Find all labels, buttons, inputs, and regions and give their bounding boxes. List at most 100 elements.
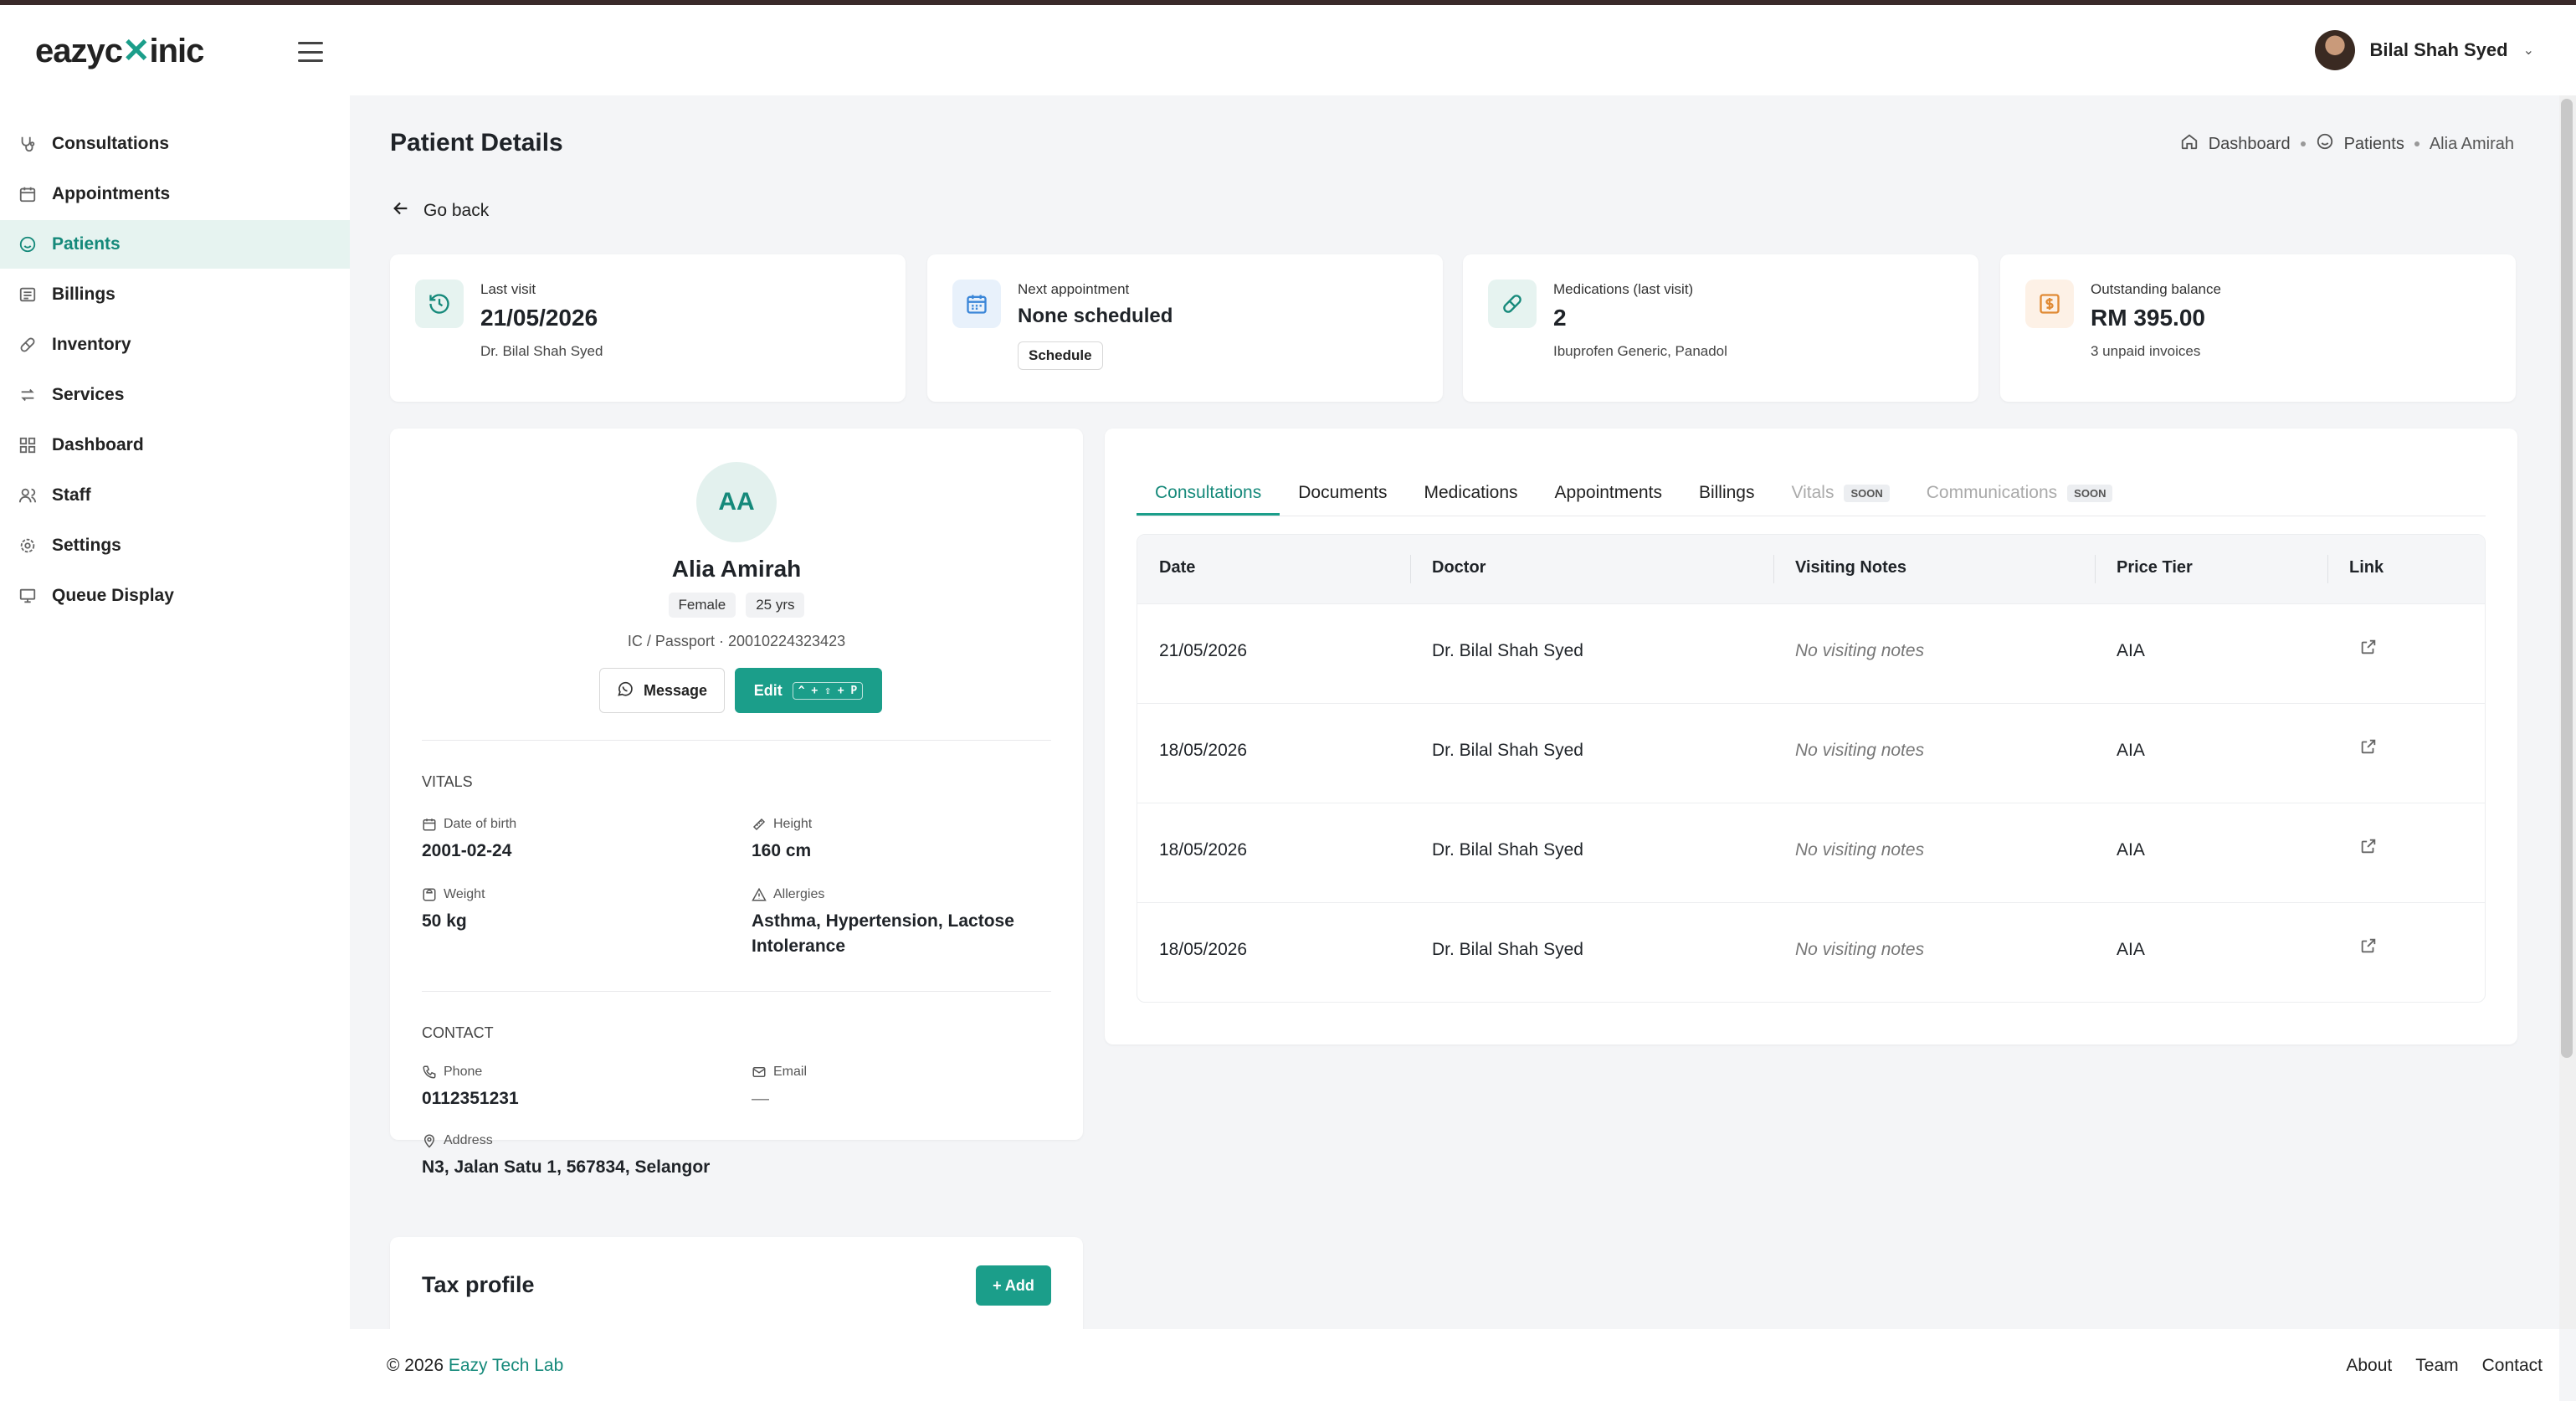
external-link-icon[interactable] (2359, 937, 2379, 957)
field-label: Height (773, 817, 813, 831)
breadcrumb-dashboard[interactable]: Dashboard (2209, 135, 2291, 154)
sidebar-item-label: Settings (52, 536, 121, 555)
smile-icon (18, 235, 37, 254)
tab-label: Consultations (1155, 483, 1262, 502)
patient-profile-card: AA Alia Amirah Female 25 yrs IC / Passpo… (390, 429, 1083, 1177)
sidebar-item-services[interactable]: Services (0, 371, 350, 419)
sidebar-item-inventory[interactable]: Inventory (0, 321, 350, 369)
stat-card-next-appointment: Next appointment None scheduled Schedule (927, 254, 1443, 402)
cell-notes: No visiting notes (1795, 940, 1925, 959)
sidebar: Consultations Appointments Patients Bill… (0, 95, 350, 1401)
field-value: Asthma, Hypertension, Lactose Intoleranc… (752, 911, 1014, 956)
gear-icon (18, 536, 37, 555)
cell-date: 21/05/2026 (1159, 641, 1248, 660)
breadcrumb-patients[interactable]: Patients (2344, 135, 2404, 154)
column-header-date[interactable]: Date (1159, 558, 1195, 577)
email-field: Email — (752, 1065, 807, 1111)
mail-icon (752, 1065, 767, 1080)
logo-mark: ✕ (121, 33, 151, 69)
message-button[interactable]: Message (599, 668, 725, 713)
footer-link-about[interactable]: About (2346, 1356, 2392, 1376)
column-separator (2095, 555, 2096, 583)
tab-documents[interactable]: Documents (1280, 470, 1405, 516)
column-separator (1773, 555, 1774, 583)
allergies-field: Allergies Asthma, Hypertension, Lactose … (752, 887, 1036, 959)
sidebar-item-queue-display[interactable]: Queue Display (0, 572, 350, 620)
tab-label: Documents (1298, 483, 1388, 502)
invoice-icon (18, 285, 37, 304)
cell-date: 18/05/2026 (1159, 940, 1248, 959)
sidebar-item-staff[interactable]: Staff (0, 471, 350, 520)
cell-doctor: Dr. Bilal Shah Syed (1432, 840, 1583, 860)
sidebar-item-label: Services (52, 385, 125, 404)
cell-date: 18/05/2026 (1159, 741, 1248, 760)
column-header-visiting-notes[interactable]: Visiting Notes (1795, 558, 1906, 577)
table-row[interactable]: 18/05/2026 Dr. Bilal Shah Syed No visiti… (1137, 803, 2485, 902)
table-row[interactable]: 21/05/2026 Dr. Bilal Shah Syed No visiti… (1137, 603, 2485, 703)
tax-profile-title: Tax profile (422, 1272, 535, 1297)
age-badge: 25 yrs (746, 593, 805, 618)
stat-value: RM 395.00 (2091, 305, 2205, 331)
phone-icon (422, 1065, 437, 1080)
height-field: Height 160 cm (752, 817, 812, 864)
stat-label: Last visit (480, 281, 536, 297)
column-header-price-tier[interactable]: Price Tier (2117, 558, 2193, 577)
keyboard-shortcut: ^ + ⇧ + P (792, 681, 864, 700)
sidebar-item-patients[interactable]: Patients (0, 220, 350, 269)
field-value: 50 kg (422, 911, 467, 931)
go-back-button[interactable]: Go back (392, 199, 489, 223)
grid-icon (18, 436, 37, 454)
warning-icon (752, 887, 767, 902)
field-value: N3, Jalan Satu 1, 567834, Selangor (422, 1157, 711, 1177)
external-link-icon[interactable] (2359, 837, 2379, 857)
sidebar-item-settings[interactable]: Settings (0, 521, 350, 570)
table-row[interactable]: 18/05/2026 Dr. Bilal Shah Syed No visiti… (1137, 703, 2485, 803)
stat-sub: 3 unpaid invoices (2091, 343, 2201, 359)
stat-value: 2 (1553, 305, 1567, 331)
stethoscope-icon (18, 135, 37, 153)
field-value: — (752, 1089, 769, 1108)
scale-icon (422, 887, 437, 902)
menu-toggle-icon[interactable] (298, 42, 323, 62)
user-menu[interactable]: Bilal Shah Syed ⌄ (2314, 30, 2534, 70)
sidebar-item-appointments[interactable]: Appointments (0, 170, 350, 218)
app-logo[interactable]: eazyc✕inic (35, 32, 204, 70)
history-icon (415, 280, 464, 328)
column-header-doctor[interactable]: Doctor (1432, 558, 1486, 577)
sidebar-item-billings[interactable]: Billings (0, 270, 350, 319)
sidebar-item-consultations[interactable]: Consultations (0, 120, 350, 168)
table-row[interactable]: 18/05/2026 Dr. Bilal Shah Syed No visiti… (1137, 902, 2485, 1002)
scrollbar-thumb[interactable] (2561, 99, 2573, 1058)
sidebar-item-label: Billings (52, 285, 115, 304)
stat-card-medications: Medications (last visit) 2 Ibuprofen Gen… (1463, 254, 1978, 402)
dollar-icon (2025, 280, 2074, 328)
footer-link-contact[interactable]: Contact (2482, 1356, 2543, 1376)
external-link-icon[interactable] (2359, 737, 2379, 757)
user-name: Bilal Shah Syed (2369, 39, 2508, 60)
go-back-label: Go back (423, 201, 490, 220)
tab-billings[interactable]: Billings (1681, 470, 1773, 516)
cell-doctor: Dr. Bilal Shah Syed (1432, 741, 1583, 760)
message-label: Message (643, 681, 708, 699)
top-header: eazyc✕inic Bilal Shah Syed ⌄ (0, 5, 2576, 95)
consultations-table: Date Doctor Visiting Notes Price Tier Li… (1137, 534, 2486, 1003)
tab-vitals: Vitals SOON (1773, 470, 1907, 516)
tab-medications[interactable]: Medications (1405, 470, 1536, 516)
sidebar-item-dashboard[interactable]: Dashboard (0, 421, 350, 470)
edit-button[interactable]: Edit ^ + ⇧ + P (735, 668, 882, 713)
tab-appointments[interactable]: Appointments (1537, 470, 1681, 516)
external-link-icon[interactable] (2359, 638, 2379, 658)
tab-label: Medications (1424, 483, 1518, 502)
schedule-button[interactable]: Schedule (1018, 341, 1103, 370)
footer-link-team[interactable]: Team (2415, 1356, 2458, 1376)
tab-communications: Communications SOON (1908, 470, 2132, 516)
sidebar-item-label: Queue Display (52, 586, 174, 605)
company-link[interactable]: Eazy Tech Lab (449, 1356, 563, 1375)
field-value: 2001-02-24 (422, 841, 512, 860)
add-tax-profile-button[interactable]: + Add (976, 1265, 1051, 1306)
breadcrumb: Dashboard Patients Alia Amirah (2180, 132, 2514, 156)
tab-consultations[interactable]: Consultations (1137, 470, 1280, 516)
weight-field: Weight 50 kg (422, 887, 485, 934)
address-field: Address N3, Jalan Satu 1, 567834, Selang… (422, 1133, 710, 1180)
stat-sub: Dr. Bilal Shah Syed (480, 343, 603, 359)
